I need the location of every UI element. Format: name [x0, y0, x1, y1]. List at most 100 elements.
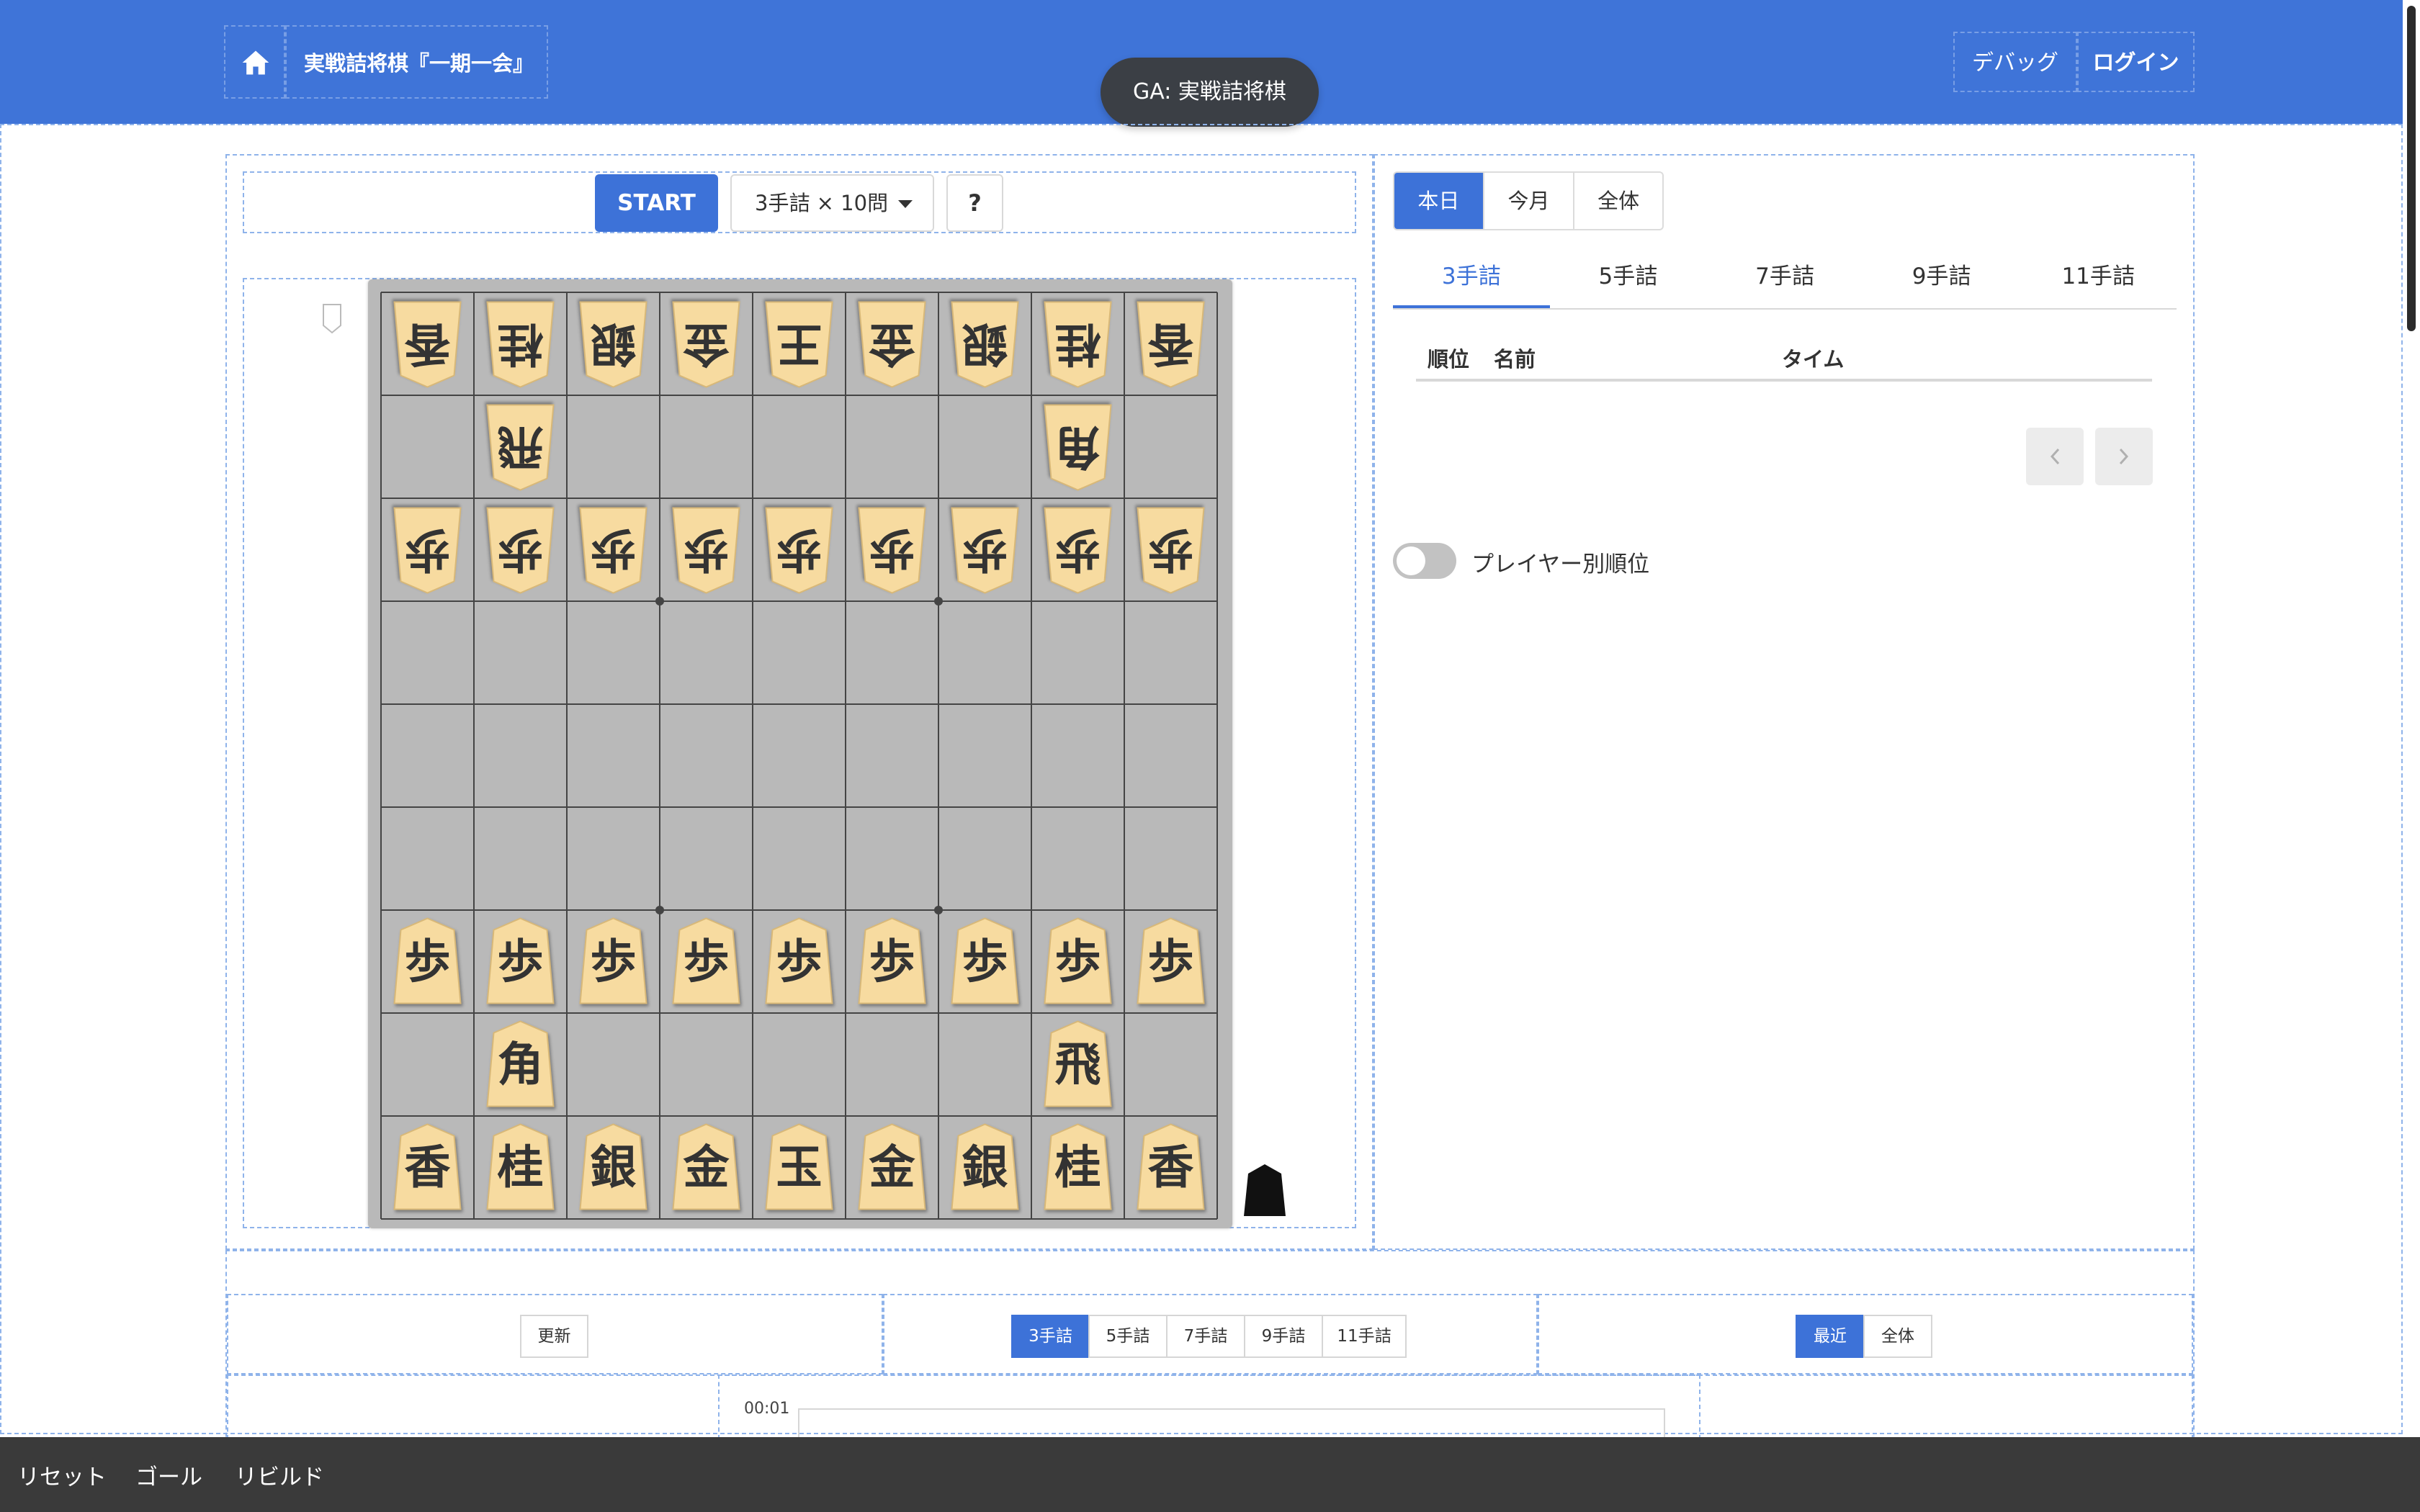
shogi-piece[interactable]: 歩 [486, 507, 555, 594]
piece-label: 香 [405, 317, 451, 370]
shogi-piece[interactable]: 歩 [951, 917, 1019, 1004]
range-recent-button[interactable]: 最近 [1796, 1315, 1865, 1358]
help-button[interactable]: ? [946, 174, 1003, 232]
piece-label: 歩 [962, 936, 1008, 989]
piece-label: 金 [869, 1142, 916, 1195]
board-star-point [655, 906, 664, 914]
shogi-piece[interactable]: 角 [486, 1020, 555, 1107]
stats-level-3[interactable]: 3手詰 [1011, 1315, 1090, 1358]
next-page-button[interactable] [2095, 428, 2153, 485]
piece-label: 桂 [498, 317, 544, 370]
shogi-piece[interactable]: 歩 [393, 917, 462, 1004]
home-button[interactable] [224, 25, 285, 99]
shogi-piece[interactable]: 歩 [579, 507, 647, 594]
tab-5-moves[interactable]: 5手詰 [1550, 248, 1707, 308]
shogi-piece[interactable]: 桂 [486, 301, 555, 388]
shogi-piece[interactable]: 金 [672, 301, 740, 388]
page-scrollbar-thumb[interactable] [2407, 6, 2416, 331]
shogi-piece[interactable]: 歩 [486, 917, 555, 1004]
shogi-piece[interactable]: 金 [858, 1123, 926, 1210]
shogi-piece[interactable]: 香 [1137, 1123, 1205, 1210]
shogi-piece[interactable]: 玉 [765, 1123, 833, 1210]
shogi-piece[interactable]: 歩 [1137, 917, 1205, 1004]
shogi-piece[interactable]: 香 [393, 301, 462, 388]
piece-label: 王 [776, 317, 823, 370]
shogi-piece[interactable]: 歩 [951, 507, 1019, 594]
shogi-piece[interactable]: 桂 [1044, 1123, 1112, 1210]
shogi-piece[interactable]: 歩 [765, 507, 833, 594]
range-all-button[interactable]: 全体 [1863, 1315, 1932, 1358]
piece-label: 歩 [1055, 936, 1101, 989]
piece-label: 金 [683, 1142, 730, 1195]
piece-label: 銀 [591, 1142, 637, 1195]
login-button[interactable]: ログイン [2077, 32, 2195, 92]
shogi-piece[interactable]: 銀 [579, 301, 647, 388]
shogi-piece[interactable]: 歩 [1044, 917, 1112, 1004]
piece-label: 飛 [498, 420, 544, 473]
shogi-piece[interactable]: 銀 [579, 1123, 647, 1210]
shogi-piece[interactable]: 香 [393, 1123, 462, 1210]
piece-label: 角 [1055, 420, 1101, 473]
board-star-point [655, 597, 664, 606]
tab-7-moves[interactable]: 7手詰 [1706, 248, 1863, 308]
shogi-piece[interactable]: 桂 [486, 1123, 555, 1210]
shogi-piece[interactable]: 角 [1044, 404, 1112, 491]
tab-this-month[interactable]: 今月 [1482, 173, 1574, 229]
shogi-piece[interactable]: 王 [765, 301, 833, 388]
tab-11-moves[interactable]: 11手詰 [2020, 248, 2177, 308]
debug-button[interactable]: デバッグ [1953, 32, 2077, 92]
shogi-piece[interactable]: 金 [858, 301, 926, 388]
tab-today[interactable]: 本日 [1394, 173, 1483, 229]
player-rank-toggle-label: プレイヤー別順位 [1471, 552, 1650, 577]
piece-label: 桂 [1055, 317, 1101, 370]
piece-label: 銀 [962, 1142, 1008, 1195]
shogi-piece[interactable]: 歩 [579, 917, 647, 1004]
shogi-piece[interactable]: 飛 [1044, 1020, 1112, 1107]
tab-3-moves[interactable]: 3手詰 [1393, 248, 1550, 308]
stats-level-11[interactable]: 11手詰 [1322, 1315, 1407, 1358]
shogi-piece[interactable]: 金 [672, 1123, 740, 1210]
piece-label: 歩 [1148, 523, 1194, 576]
reset-button[interactable]: リセット [17, 1459, 107, 1491]
level-tabs: 3手詰 5手詰 7手詰 9手詰 11手詰 [1393, 248, 2177, 310]
ranking-panel [1373, 154, 2195, 1250]
stats-level-5[interactable]: 5手詰 [1088, 1315, 1168, 1358]
stats-level-7[interactable]: 7手詰 [1166, 1315, 1245, 1358]
rebuild-button[interactable]: リビルド [235, 1459, 324, 1491]
problem-count-select[interactable]: 3手詰 × 10問 [730, 174, 934, 232]
shogi-piece[interactable]: 桂 [1044, 301, 1112, 388]
shogi-board[interactable]: 香桂銀金王金銀桂香飛角歩歩歩歩歩歩歩歩歩歩歩歩歩歩歩歩歩歩角飛香桂銀金玉金銀桂香 [368, 279, 1232, 1228]
column-name: 名前 [1494, 347, 1536, 372]
piece-label: 香 [1148, 1142, 1194, 1195]
piece-label: 角 [498, 1039, 544, 1092]
shogi-piece[interactable]: 歩 [858, 507, 926, 594]
piece-label: 歩 [776, 936, 823, 989]
stats-level-9[interactable]: 9手詰 [1244, 1315, 1323, 1358]
shogi-piece[interactable]: 歩 [393, 507, 462, 594]
shogi-piece[interactable]: 歩 [1137, 507, 1205, 594]
piece-label: 歩 [684, 936, 730, 989]
shogi-piece[interactable]: 歩 [765, 917, 833, 1004]
goal-button[interactable]: ゴール [135, 1459, 202, 1491]
piece-label: 歩 [1148, 936, 1194, 989]
ranking-table-header: 順位 名前 タイム [1416, 337, 2152, 382]
refresh-button[interactable]: 更新 [520, 1315, 588, 1358]
caret-down-icon [898, 200, 913, 208]
tab-9-moves[interactable]: 9手詰 [1863, 248, 2020, 308]
shogi-piece[interactable]: 銀 [951, 1123, 1019, 1210]
player-rank-toggle[interactable] [1393, 543, 1456, 579]
tab-all-time[interactable]: 全体 [1573, 173, 1662, 229]
site-title[interactable]: 実戦詰将棋『一期一会』 [285, 25, 548, 99]
board-grid[interactable]: 香桂銀金王金銀桂香飛 角歩歩歩歩歩歩歩歩歩歩歩歩歩歩歩歩歩歩角 飛香桂銀金玉金銀桂香 [368, 279, 1232, 1228]
shogi-piece[interactable]: 歩 [1044, 507, 1112, 594]
board-star-point [934, 906, 943, 914]
prev-page-button[interactable] [2026, 428, 2084, 485]
shogi-piece[interactable]: 飛 [486, 404, 555, 491]
shogi-piece[interactable]: 香 [1137, 301, 1205, 388]
shogi-piece[interactable]: 歩 [858, 917, 926, 1004]
gote-hand-marker-icon [323, 304, 341, 334]
start-button[interactable]: START [595, 174, 718, 232]
shogi-piece[interactable]: 銀 [951, 301, 1019, 388]
shogi-piece[interactable]: 歩 [672, 507, 740, 594]
shogi-piece[interactable]: 歩 [672, 917, 740, 1004]
